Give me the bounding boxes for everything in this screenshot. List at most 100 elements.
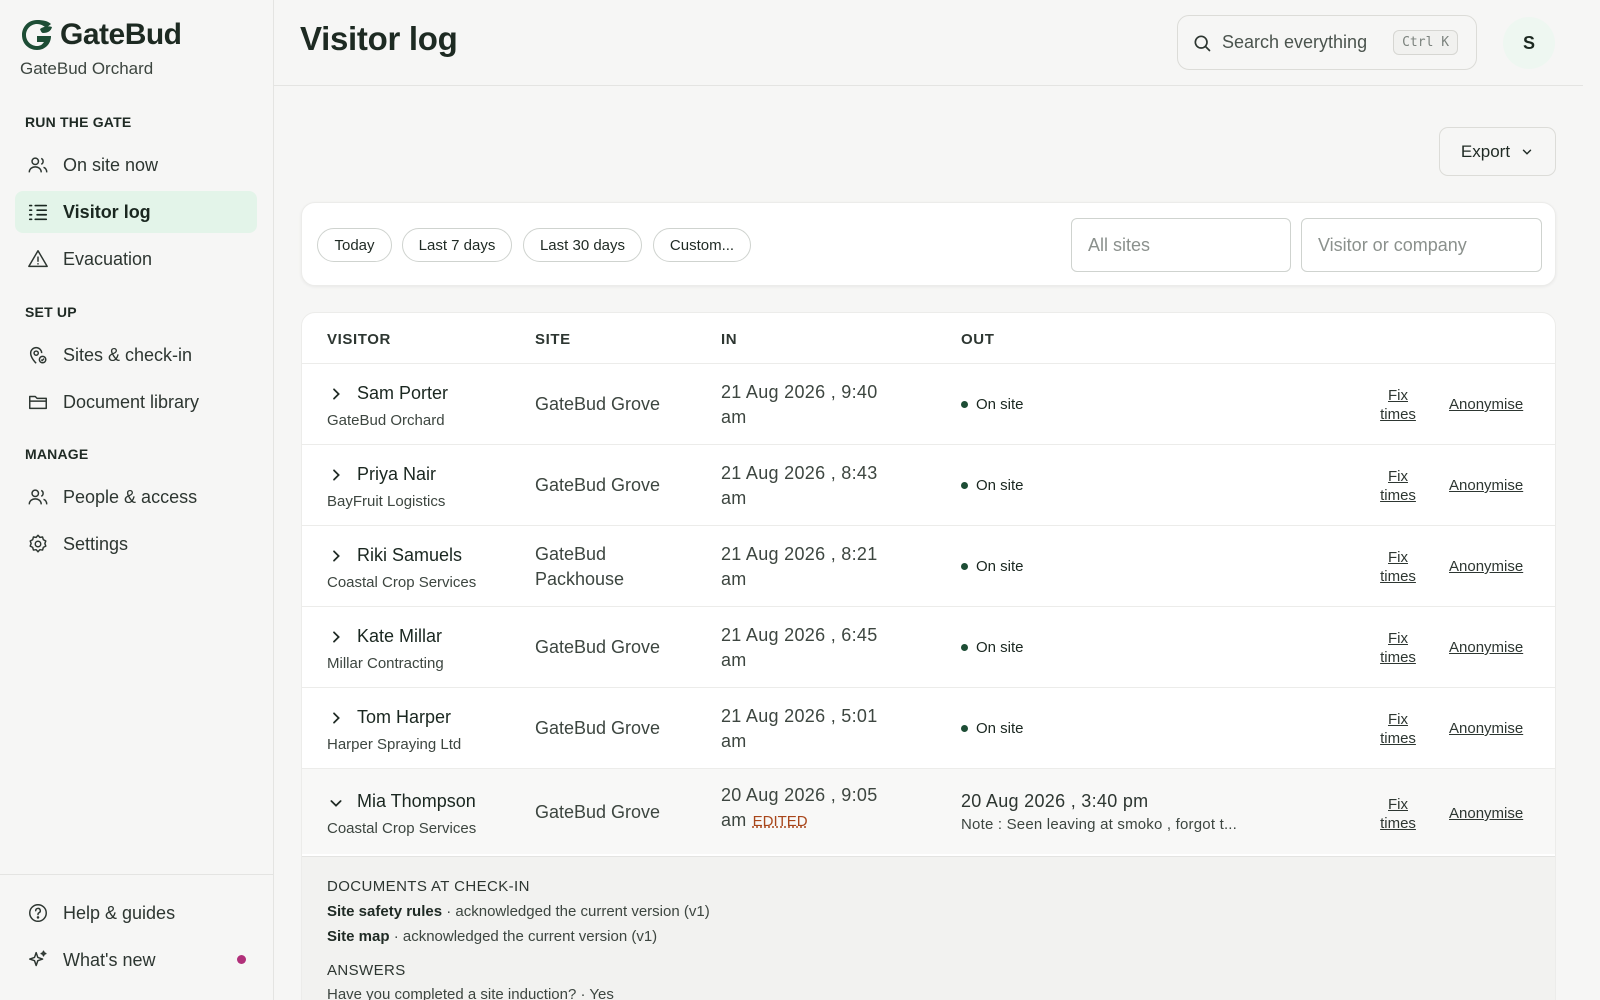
anonymise-link[interactable]: Anonymise (1449, 477, 1523, 494)
section-label-run-the-gate: RUN THE GATE (25, 114, 132, 130)
section-label-manage: MANAGE (25, 446, 89, 462)
location-pin-icon (29, 347, 47, 364)
fix-label: Fix (1388, 549, 1408, 566)
chevron-right-icon[interactable] (328, 629, 344, 645)
check-in-ampm: am (721, 488, 747, 508)
sidebar-item-label: Document library (63, 391, 200, 412)
sidebar-item-visitor-log[interactable]: Visitor log (15, 191, 257, 233)
sidebar-item-label: Sites & check-in (63, 344, 193, 365)
column-header-in[interactable]: IN (721, 331, 737, 348)
check-out-time: 20 Aug 2026 , 3:40 pm (961, 791, 1149, 811)
page-scrollbar[interactable] (1583, 0, 1600, 1000)
fix-times-link[interactable]: Fix times (1373, 795, 1423, 833)
chevron-right-icon[interactable] (328, 467, 344, 483)
sidebar-item-label: Visitor log (63, 201, 151, 222)
page-title: Visitor log (300, 20, 458, 57)
visitor-search-input[interactable]: Visitor or company (1301, 218, 1542, 272)
visitor-name: Tom Harper (357, 707, 452, 727)
fix-times-link[interactable]: Fix times (1373, 629, 1423, 667)
chevron-right-icon[interactable] (328, 710, 344, 726)
chevron-right-icon[interactable] (328, 548, 344, 564)
table-row[interactable]: Sam Porter GateBud Orchard GateBud Grove… (302, 363, 1555, 444)
global-search[interactable]: Search everything Ctrl K (1177, 15, 1477, 70)
sidebar-item-document-library[interactable]: Document library (15, 381, 257, 423)
visitor-name: Mia Thompson (357, 791, 476, 811)
document-name: Site safety rules (327, 903, 443, 920)
check-out-note: Note : Seen leaving at smoko , forgot t.… (961, 816, 1238, 833)
people-icon (28, 489, 48, 505)
visitor-site: GateBud Packhouse (535, 544, 625, 589)
fix-times-link[interactable]: Fix times (1373, 386, 1423, 424)
export-label: Export (1460, 141, 1511, 161)
check-in-ampm: am (721, 810, 747, 830)
fix-label: Fix (1388, 796, 1408, 813)
status-dot (961, 563, 968, 570)
table-row-expanded[interactable]: Mia Thompson Coastal Crop Services GateB… (302, 768, 1555, 854)
visitor-company: Millar Contracting (327, 655, 444, 672)
status-dot (961, 401, 968, 408)
check-in-time: 20 Aug 2026 , 9:05 am EDITED (721, 783, 921, 834)
check-in-ampm: am (721, 731, 747, 751)
filter-chip-last-7-days[interactable]: Last 7 days (402, 228, 512, 262)
chevron-down-icon[interactable] (328, 795, 344, 811)
sidebar-item-sites-check-in[interactable]: Sites & check-in (15, 334, 257, 376)
visitor-site: GateBud Grove (535, 394, 661, 414)
anonymise-link[interactable]: Anonymise (1449, 639, 1523, 656)
org-name: GateBud Orchard (20, 59, 154, 78)
sidebar-item-people-access[interactable]: People & access (15, 476, 257, 518)
status-label: On site (976, 396, 1024, 413)
anonymise-link[interactable]: Anonymise (1449, 805, 1523, 822)
column-header-site[interactable]: SITE (535, 331, 571, 348)
check-in-date: 21 Aug 2026 , 9:40 (721, 382, 878, 402)
filter-chip-custom[interactable]: Custom... (653, 228, 751, 262)
user-avatar[interactable]: S (1503, 17, 1555, 69)
table-row[interactable]: Riki Samuels Coastal Crop Services GateB… (302, 525, 1555, 606)
fix-times-link[interactable]: Fix times (1373, 710, 1423, 748)
export-button[interactable]: Export (1439, 127, 1556, 176)
sidebar-item-on-site-now[interactable]: On site now (15, 144, 257, 186)
sidebar-item-evacuation[interactable]: Evacuation (15, 238, 257, 280)
brand[interactable]: GateBud (20, 18, 182, 52)
sidebar-item-whats-new[interactable]: What's new (15, 939, 257, 981)
document-status: · acknowledged the current version (v1) (442, 903, 710, 920)
status-label: On site (976, 477, 1024, 494)
table-row[interactable]: Kate Millar Millar Contracting GateBud G… (302, 606, 1555, 687)
column-header-out[interactable]: OUT (961, 331, 994, 348)
status-dot (961, 725, 968, 732)
visitor-site: GateBud Grove (535, 718, 661, 738)
visitor-company: Coastal Crop Services (327, 574, 477, 591)
filter-chip-last-30-days[interactable]: Last 30 days (523, 228, 642, 262)
times-label: times (1380, 649, 1416, 666)
anonymise-link[interactable]: Anonymise (1449, 396, 1523, 413)
times-label: times (1380, 406, 1416, 423)
check-in-ampm: am (721, 407, 747, 427)
site-filter-select[interactable]: All sites (1071, 218, 1291, 272)
anonymise-link[interactable]: Anonymise (1449, 720, 1523, 737)
document-name: Site map (327, 928, 390, 945)
gatebud-logo-icon (22, 20, 52, 50)
sidebar-item-label: People & access (63, 486, 198, 507)
column-header-visitor[interactable]: VISITOR (327, 331, 391, 348)
table-row[interactable]: Priya Nair BayFruit Logistics GateBud Gr… (302, 444, 1555, 525)
filter-chip-today[interactable]: Today (317, 228, 392, 262)
edited-badge[interactable]: EDITED (753, 813, 808, 830)
fix-times-link[interactable]: Fix times (1373, 467, 1423, 505)
check-in-time: 21 Aug 2026 , 9:40 am (721, 380, 921, 430)
chevron-right-icon[interactable] (328, 386, 344, 402)
brand-name: GateBud (60, 18, 182, 51)
status-dot (961, 482, 968, 489)
visitor-table: VISITOR SITE IN OUT Sam Porter GateBud O… (301, 312, 1556, 1000)
fix-label: Fix (1388, 468, 1408, 485)
fix-times-link[interactable]: Fix times (1373, 548, 1423, 586)
visitor-name: Priya Nair (357, 464, 437, 484)
notification-dot (237, 955, 246, 964)
sidebar-item-help-guides[interactable]: Help & guides (15, 892, 257, 934)
check-in-date: 21 Aug 2026 , 8:21 (721, 544, 878, 564)
check-in-time: 21 Aug 2026 , 5:01 am (721, 704, 921, 754)
sidebar-item-settings[interactable]: Settings (15, 523, 257, 565)
row-detail-panel: DOCUMENTS AT CHECK-IN Site safety rules … (302, 856, 1555, 1000)
visitor-name: Sam Porter (357, 383, 449, 403)
anonymise-link[interactable]: Anonymise (1449, 558, 1523, 575)
table-row[interactable]: Tom Harper Harper Spraying Ltd GateBud G… (302, 687, 1555, 768)
gear-icon (29, 534, 47, 553)
